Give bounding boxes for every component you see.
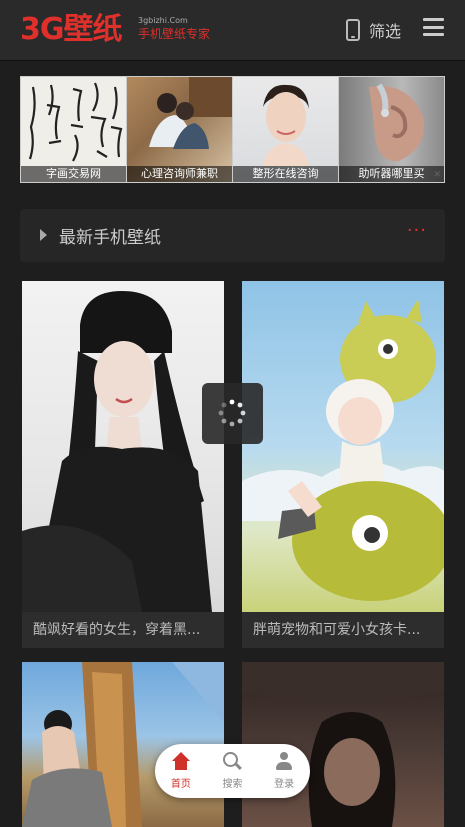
logo-sub: 3gbizhi.Com 手机壁纸专家 bbox=[138, 16, 210, 42]
logo-domain: 3gbizhi.Com bbox=[138, 16, 188, 25]
nav-home-label: 首页 bbox=[170, 779, 191, 790]
loading-spinner-icon bbox=[202, 383, 263, 444]
cosmetic-image bbox=[263, 84, 309, 166]
wallpaper-title: 酷飒好看的女生，穿着黑... bbox=[22, 612, 224, 648]
wallpaper-thumbnail bbox=[22, 281, 224, 612]
filter-button[interactable]: 筛选 bbox=[346, 16, 401, 44]
nav-login-label: 登录 bbox=[274, 779, 295, 790]
bottom-navigation: 首页 搜索 登录 bbox=[155, 744, 310, 798]
nav-login[interactable]: 登录 bbox=[264, 752, 304, 790]
ad-item-counseling[interactable]: 心理咨询师兼职 bbox=[127, 77, 233, 182]
ad-item-hearing-aid[interactable]: ✕ 助听器哪里买 bbox=[339, 77, 444, 182]
more-icon[interactable]: ··· bbox=[407, 220, 427, 241]
ad-caption: 心理咨询师兼职 bbox=[127, 166, 232, 182]
wallpaper-title: 胖萌宠物和可爱小女孩卡... bbox=[242, 612, 444, 648]
nav-home[interactable]: 首页 bbox=[161, 752, 201, 790]
wallpaper-card[interactable]: 酷飒好看的女生，穿着黑... bbox=[22, 281, 224, 648]
ad-caption: 整形在线咨询 bbox=[233, 166, 338, 182]
wallpaper-card[interactable]: 胖萌宠物和可爱小女孩卡... bbox=[242, 281, 444, 648]
search-icon bbox=[223, 752, 241, 770]
nav-search[interactable]: 搜索 bbox=[212, 752, 252, 790]
user-icon bbox=[275, 752, 293, 770]
nav-search-label: 搜索 bbox=[222, 779, 243, 790]
wallpaper-thumbnail bbox=[242, 281, 444, 612]
calligraphy-image bbox=[28, 82, 123, 162]
ad-item-cosmetic[interactable]: 整形在线咨询 bbox=[233, 77, 339, 182]
logo-slogan: 手机壁纸专家 bbox=[138, 27, 211, 41]
counseling-image bbox=[149, 77, 232, 149]
section-title: 最新手机壁纸 bbox=[59, 228, 161, 248]
filter-label: 筛选 bbox=[369, 22, 402, 41]
caret-right-icon bbox=[40, 229, 47, 241]
hearing-aid-image bbox=[369, 83, 424, 162]
ad-item-calligraphy[interactable]: 字画交易网 bbox=[21, 77, 127, 182]
home-icon bbox=[171, 752, 190, 770]
top-header: 3G壁纸 3gbizhi.Com 手机壁纸专家 筛选 bbox=[0, 0, 465, 61]
ad-caption: 字画交易网 bbox=[21, 166, 126, 182]
logo-text: 3G壁纸 bbox=[20, 12, 122, 47]
section-header-latest[interactable]: 最新手机壁纸 ··· bbox=[20, 209, 445, 262]
ad-caption: 助听器哪里买 bbox=[339, 166, 444, 182]
menu-icon[interactable] bbox=[423, 18, 444, 36]
ad-banner: 字画交易网 心理咨询师兼职 整形在线咨询 ✕ 助听器哪里买 bbox=[20, 76, 445, 183]
phone-icon bbox=[346, 19, 360, 41]
